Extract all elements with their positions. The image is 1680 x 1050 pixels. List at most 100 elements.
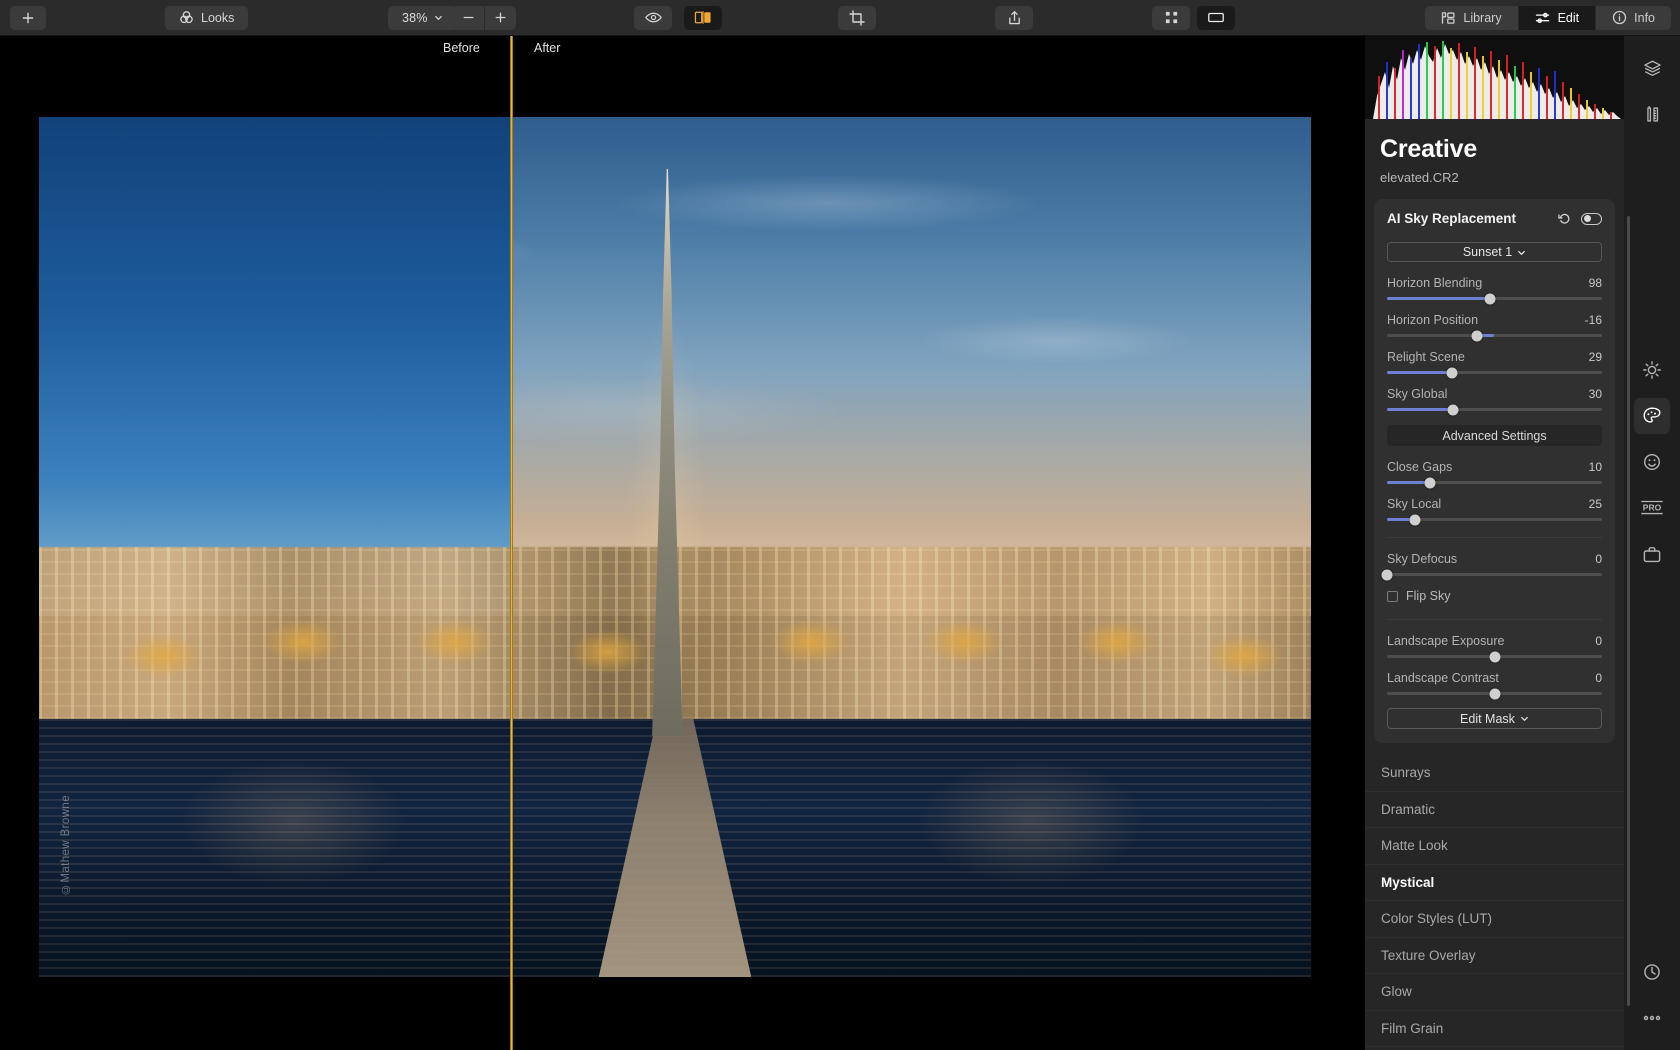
slider-knob[interactable] — [1484, 293, 1496, 304]
luminar-edit-window: Looks 38% Library Edit Info Before After… — [0, 0, 1680, 1050]
slider-horizon-blending[interactable]: Horizon Blending 98 — [1387, 276, 1602, 304]
gallery-grid-button[interactable] — [1152, 5, 1190, 30]
pro-icon-button[interactable]: PRO — [1634, 490, 1670, 526]
flip-sky-checkbox[interactable] — [1387, 590, 1398, 602]
card-header: AI Sky Replacement — [1387, 211, 1602, 226]
reset-icon[interactable] — [1558, 212, 1571, 225]
slider-close-gaps[interactable]: Close Gaps 10 — [1387, 460, 1602, 488]
look-item-texture-overlay[interactable]: Texture Overlay — [1365, 938, 1624, 974]
slider-landscape-exposure[interactable]: Landscape Exposure 0 — [1387, 634, 1602, 662]
slider-header: Sky Global 30 — [1387, 387, 1602, 401]
look-item-matte-look[interactable]: Matte Look — [1365, 828, 1624, 865]
chevron-down-icon — [1518, 250, 1526, 255]
history-icon-button[interactable] — [1634, 954, 1670, 990]
image-canvas[interactable]: ©Mathew Browne — [0, 63, 1365, 1050]
advanced-settings-button[interactable]: Advanced Settings — [1387, 425, 1602, 446]
slider-track[interactable] — [1381, 569, 1602, 580]
info-icon — [1612, 10, 1627, 25]
right-edit-panel: Creative elevated.CR2 AI Sky Replacement… — [1365, 36, 1624, 1050]
tab-info[interactable]: Info — [1595, 5, 1671, 30]
look-item-label: Color Styles (LUT) — [1381, 911, 1493, 927]
look-item-label: Matte Look — [1381, 838, 1448, 854]
slider-header: Horizon Blending 98 — [1387, 276, 1602, 290]
tools-icon — [1646, 105, 1658, 122]
slider-knob[interactable] — [1471, 330, 1483, 341]
look-item-film-grain[interactable]: Film Grain — [1365, 1011, 1624, 1047]
portrait-icon — [1643, 453, 1661, 471]
slider-knob[interactable] — [1447, 404, 1459, 415]
slider-relight-scene[interactable]: Relight Scene 29 — [1387, 350, 1602, 378]
slider-track[interactable] — [1387, 688, 1602, 699]
look-item-color-styles-lut[interactable]: Color Styles (LUT) — [1365, 901, 1624, 938]
slider-track[interactable] — [1387, 477, 1602, 488]
palm-trees — [513, 495, 1311, 768]
slider-sky-local[interactable]: Sky Local 25 — [1387, 497, 1602, 525]
look-item-label: Sunrays — [1381, 765, 1431, 781]
slider-label: Horizon Position — [1387, 313, 1479, 327]
slider-track[interactable] — [1387, 404, 1602, 415]
slider-track[interactable] — [1387, 514, 1602, 525]
slider-header: Close Gaps 10 — [1387, 460, 1602, 474]
eye-icon — [644, 12, 662, 23]
slider-value: 0 — [1595, 634, 1602, 648]
slider-knob[interactable] — [1424, 477, 1436, 488]
zoom-out-button[interactable] — [452, 6, 484, 30]
tab-edit-label: Edit — [1557, 10, 1580, 25]
add-button[interactable] — [10, 5, 46, 30]
layers-icon-button[interactable] — [1634, 50, 1670, 86]
flip-sky-row[interactable]: Flip Sky — [1387, 589, 1602, 603]
preview-toggle-button[interactable] — [634, 5, 672, 30]
compare-divider-handle[interactable] — [510, 36, 513, 1050]
panel-scrollbar[interactable] — [1627, 216, 1630, 1006]
slider-sky-defocus[interactable]: Sky Defocus 0 — [1381, 552, 1602, 580]
tab-library[interactable]: Library — [1425, 6, 1517, 30]
zoom-level-dropdown[interactable]: 38% — [388, 5, 457, 30]
slider-value: -16 — [1584, 313, 1602, 327]
primary-sliders: Horizon Blending 98 Horizon Position -16 Rel… — [1387, 276, 1602, 415]
share-button[interactable] — [995, 5, 1033, 30]
toggle-on-icon[interactable] — [1581, 212, 1602, 225]
slider-track[interactable] — [1387, 367, 1602, 378]
slider-landscape-contrast[interactable]: Landscape Contrast 0 — [1387, 671, 1602, 699]
sky-preset-dropdown[interactable]: Sunset 1 — [1387, 242, 1602, 262]
look-item-sunrays[interactable]: Sunrays — [1365, 755, 1624, 792]
portrait-icon-button[interactable] — [1634, 444, 1670, 480]
crop-button[interactable] — [838, 5, 876, 30]
slider-track[interactable] — [1387, 293, 1602, 304]
slider-knob[interactable] — [1381, 569, 1393, 580]
slider-label: Sky Local — [1387, 497, 1442, 511]
compare-split-button[interactable] — [684, 5, 722, 30]
slider-track[interactable] — [1387, 651, 1602, 662]
look-item-label: Glow — [1381, 984, 1412, 1000]
look-item-dramatic[interactable]: Dramatic — [1365, 792, 1624, 828]
slider-knob[interactable] — [1409, 514, 1421, 525]
single-view-button[interactable] — [1197, 5, 1235, 30]
essentials-icon-button[interactable] — [1634, 352, 1670, 388]
slider-track[interactable] — [1387, 330, 1602, 341]
slider-label: Landscape Contrast — [1387, 671, 1499, 685]
look-item-glow[interactable]: Glow — [1365, 974, 1624, 1011]
professional-icon-button[interactable] — [1634, 536, 1670, 572]
zoom-in-button[interactable] — [484, 5, 516, 30]
mode-tabs: Library Edit Info — [1425, 5, 1671, 30]
slider-value: 25 — [1588, 497, 1602, 511]
edit-mask-button[interactable]: Edit Mask — [1387, 708, 1602, 729]
tab-edit[interactable]: Edit — [1517, 5, 1596, 30]
look-item-mystical[interactable]: Mystical — [1365, 865, 1624, 901]
more-options-button[interactable] — [1634, 1000, 1670, 1036]
slider-knob[interactable] — [1446, 367, 1457, 378]
sky-preset-value: Sunset 1 — [1462, 245, 1513, 259]
slider-knob[interactable] — [1489, 688, 1500, 699]
creative-icon-button[interactable] — [1634, 398, 1670, 434]
section-divider — [1387, 537, 1602, 538]
slider-label: Sky Global — [1387, 387, 1448, 401]
looks-button[interactable]: Looks — [165, 5, 249, 30]
slider-knob[interactable] — [1489, 651, 1500, 662]
tools-icon-button[interactable] — [1634, 96, 1670, 132]
advanced-sliders: Close Gaps 10 Sky Local 25 — [1387, 460, 1602, 525]
library-icon — [1442, 11, 1455, 24]
slider-label: Horizon Blending — [1387, 276, 1483, 290]
photo-compare-view: ©Mathew Browne — [39, 117, 1311, 977]
slider-horizon-position[interactable]: Horizon Position -16 — [1387, 313, 1602, 341]
slider-sky-global[interactable]: Sky Global 30 — [1387, 387, 1602, 415]
